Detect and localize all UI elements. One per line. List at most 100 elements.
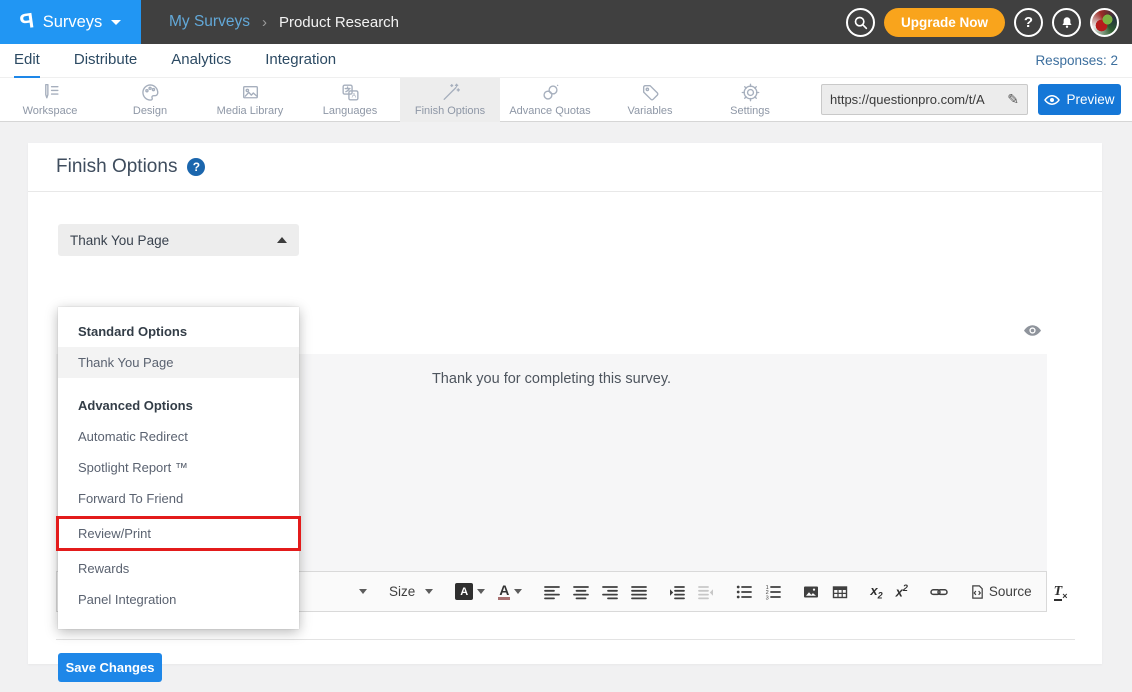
dropdown-item-thank-you-page[interactable]: Thank You Page [58, 347, 299, 378]
user-avatar[interactable] [1090, 8, 1119, 37]
dropdown-group-header: Advanced Options [58, 391, 299, 421]
remove-format-button[interactable]: T× [1054, 582, 1068, 601]
align-center-icon [573, 584, 589, 600]
increase-indent-icon [669, 584, 685, 600]
tab-integration[interactable]: Integration [265, 44, 336, 78]
numbered-list-button[interactable]: 123 [765, 584, 781, 600]
insert-table-icon [832, 584, 848, 600]
content-card: Finish Options ? Thank You Page Thank yo… [28, 143, 1102, 664]
insert-image-button[interactable] [803, 584, 819, 600]
background-color-button[interactable]: A [455, 583, 485, 600]
title-help-icon[interactable]: ? [187, 158, 205, 176]
tag-icon [640, 82, 661, 103]
superscript-button[interactable]: x2 [896, 583, 908, 599]
header-actions: Upgrade Now ? [846, 8, 1132, 37]
paragraph-format-dropdown[interactable] [359, 589, 367, 594]
chevron-down-icon [111, 20, 121, 25]
finish-type-selected-value: Thank You Page [70, 233, 169, 248]
tab-distribute[interactable]: Distribute [74, 44, 137, 78]
nav-item-finish-options[interactable]: Finish Options [400, 78, 500, 122]
gear-icon [740, 82, 761, 103]
eye-icon [1023, 324, 1042, 337]
top-header: P Surveys My Surveys › Product Research … [0, 0, 1132, 44]
nav-item-workspace[interactable]: Workspace [0, 78, 100, 122]
help-button[interactable]: ? [1014, 8, 1043, 37]
background-color-icon: A [455, 583, 473, 600]
survey-url-field: ✎ [821, 84, 1028, 115]
justify-button[interactable] [631, 584, 647, 600]
page-title: Finish Options [56, 156, 177, 178]
justify-icon [631, 584, 647, 600]
dropdown-item-spotlight-report[interactable]: Spotlight Report ™ [58, 452, 299, 483]
dropdown-item-automatic-redirect[interactable]: Automatic Redirect [58, 421, 299, 452]
align-right-button[interactable] [602, 584, 618, 600]
product-name: Surveys [43, 13, 103, 32]
font-size-label: Size [389, 584, 415, 599]
breadcrumb-current-survey: Product Research [279, 14, 399, 31]
magic-wand-icon [440, 82, 461, 103]
search-icon [853, 15, 868, 30]
text-color-icon: A [498, 583, 510, 600]
dropdown-item-review-print[interactable]: Review/Print [56, 516, 301, 551]
linked-rings-icon [540, 82, 561, 103]
font-size-dropdown[interactable]: Size [389, 584, 433, 599]
align-center-button[interactable] [573, 584, 589, 600]
module-nav: Workspace Design Media Library A Languag… [0, 78, 1132, 122]
breadcrumb-separator-icon: › [262, 14, 267, 31]
increase-indent-button[interactable] [669, 584, 685, 600]
notifications-button[interactable] [1052, 8, 1081, 37]
save-changes-button[interactable]: Save Changes [58, 653, 162, 682]
tab-analytics[interactable]: Analytics [171, 44, 231, 78]
dropdown-item-forward-to-friend[interactable]: Forward To Friend [58, 483, 299, 514]
tab-bar: Edit Distribute Analytics Integration Re… [0, 44, 1132, 78]
bulleted-list-icon [736, 584, 752, 600]
dropdown-item-rewards[interactable]: Rewards [58, 553, 299, 584]
align-right-icon [602, 584, 618, 600]
subscript-button[interactable]: x2 [870, 583, 882, 601]
thank-you-message-text: Thank you for completing this survey. [432, 371, 671, 387]
breadcrumb: My Surveys › Product Research [169, 13, 399, 31]
source-button[interactable]: Source [970, 584, 1032, 600]
nav-item-languages[interactable]: A Languages [300, 78, 400, 122]
dropdown-group-header: Standard Options [58, 317, 299, 347]
numbered-list-icon: 123 [765, 584, 781, 600]
preview-button[interactable]: Preview [1038, 84, 1121, 115]
edit-url-pencil-icon[interactable]: ✎ [1007, 91, 1019, 108]
decrease-indent-icon [698, 584, 714, 600]
finish-type-select[interactable]: Thank You Page [58, 224, 299, 256]
translate-icon: A [340, 82, 361, 103]
text-color-button[interactable]: A [498, 583, 522, 600]
section-divider [56, 639, 1075, 640]
nav-item-media-library[interactable]: Media Library [200, 78, 300, 122]
editor-visibility-toggle[interactable] [1023, 324, 1042, 342]
survey-url-area: ✎ Preview [821, 84, 1132, 115]
insert-link-button[interactable] [930, 584, 948, 600]
nav-item-variables[interactable]: Variables [600, 78, 700, 122]
align-left-button[interactable] [544, 584, 560, 600]
product-switcher[interactable]: P Surveys [0, 0, 141, 44]
responses-count[interactable]: Responses: 2 [1035, 53, 1118, 68]
insert-image-icon [803, 584, 819, 600]
bell-icon [1060, 15, 1074, 30]
bulleted-list-button[interactable] [736, 584, 752, 600]
link-icon [930, 584, 948, 600]
tab-edit[interactable]: Edit [14, 44, 40, 78]
decrease-indent-button[interactable] [698, 584, 714, 600]
nav-item-design[interactable]: Design [100, 78, 200, 122]
svg-text:A: A [351, 93, 356, 100]
source-code-icon [970, 584, 985, 600]
breadcrumb-my-surveys[interactable]: My Surveys [169, 13, 250, 31]
image-library-icon [240, 82, 261, 103]
insert-table-button[interactable] [832, 584, 848, 600]
nav-item-advance-quotas[interactable]: Advance Quotas [500, 78, 600, 122]
svg-text:3: 3 [766, 595, 769, 600]
nav-item-settings[interactable]: Settings [700, 78, 800, 122]
palette-icon [140, 82, 161, 103]
upgrade-now-button[interactable]: Upgrade Now [884, 8, 1005, 37]
survey-url-input[interactable] [830, 92, 1003, 107]
dropdown-item-panel-integration[interactable]: Panel Integration [58, 584, 299, 615]
align-left-icon [544, 584, 560, 600]
dropdown-group-gap [58, 378, 299, 391]
eye-icon [1044, 94, 1060, 106]
search-button[interactable] [846, 8, 875, 37]
